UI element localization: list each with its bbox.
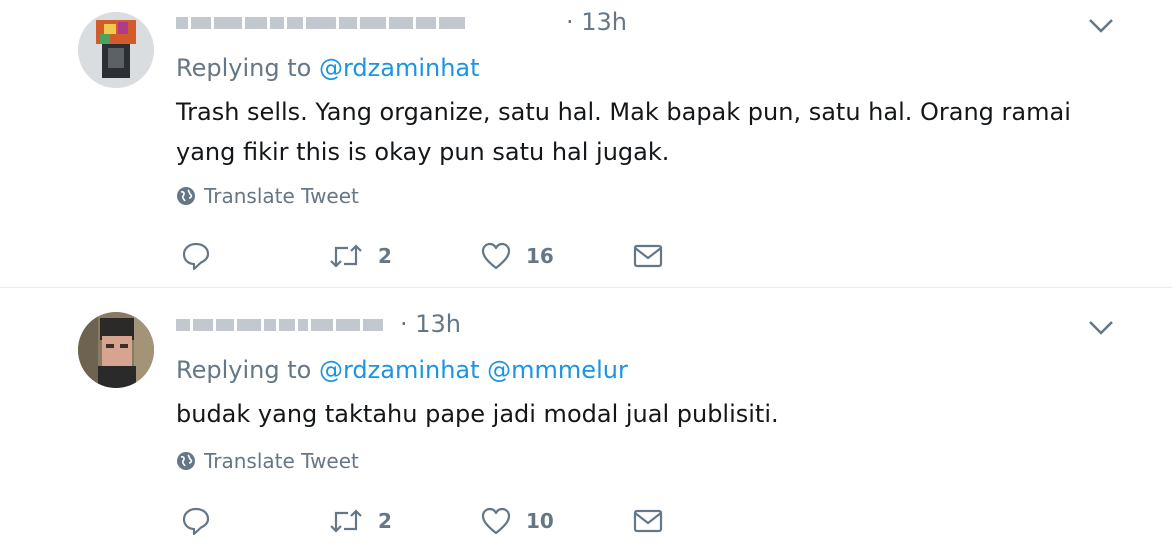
mention-link[interactable]: @rdzaminhat	[319, 54, 480, 82]
retweet-button[interactable]: 2	[328, 240, 392, 272]
retweet-icon	[330, 509, 362, 533]
mention-link[interactable]: @rdzaminhat	[319, 356, 480, 384]
like-button[interactable]: 10	[480, 505, 554, 537]
mention-link[interactable]: @mmmelur	[487, 356, 628, 384]
tweet-actions: 2 10	[176, 501, 696, 541]
direct-message-button[interactable]	[632, 505, 664, 537]
display-name-redacted[interactable]	[176, 16, 465, 30]
reply-icon	[182, 242, 210, 271]
translate-label: Translate Tweet	[204, 449, 359, 473]
replying-to-prefix: Replying to	[176, 356, 312, 384]
reply-icon	[182, 507, 210, 536]
globe-icon	[177, 452, 195, 470]
chevron-down-icon[interactable]	[1088, 17, 1114, 35]
like-icon	[481, 507, 511, 535]
like-icon	[481, 242, 511, 270]
avatar[interactable]	[78, 12, 154, 88]
display-name-redacted[interactable]	[176, 318, 383, 332]
timestamp[interactable]: · 13h	[400, 312, 461, 336]
translate-label: Translate Tweet	[204, 184, 359, 208]
translate-tweet-link[interactable]: Translate Tweet	[176, 184, 359, 208]
retweet-count: 2	[378, 244, 392, 268]
retweet-count: 2	[378, 509, 392, 533]
direct-message-icon	[633, 244, 663, 268]
timestamp[interactable]: · 13h	[566, 10, 627, 34]
tweet-text: Trash sells. Yang organize, satu hal. Ma…	[176, 98, 1071, 166]
replying-to: Replying to @rdzaminhat @mmmelur	[176, 358, 628, 382]
tweet-text: budak yang taktahu pape jadi modal jual …	[176, 400, 779, 428]
tweet: · 13h Replying to @rdzaminhat @mmmelur b…	[0, 288, 1172, 548]
direct-message-button[interactable]	[632, 240, 664, 272]
avatar[interactable]	[78, 312, 154, 388]
chevron-down-icon[interactable]	[1088, 319, 1114, 337]
tweet-actions: 2 16	[176, 236, 696, 276]
globe-icon	[177, 187, 195, 205]
replying-to-prefix: Replying to	[176, 54, 312, 82]
reply-button[interactable]	[180, 505, 212, 537]
direct-message-icon	[633, 509, 663, 533]
tweet: · 13h Replying to @rdzaminhat Trash sell…	[0, 0, 1172, 288]
translate-tweet-link[interactable]: Translate Tweet	[176, 449, 359, 473]
retweet-icon	[330, 244, 362, 268]
reply-button[interactable]	[180, 240, 212, 272]
like-count: 16	[526, 244, 554, 268]
like-count: 10	[526, 509, 554, 533]
like-button[interactable]: 16	[480, 240, 554, 272]
retweet-button[interactable]: 2	[328, 505, 392, 537]
replying-to: Replying to @rdzaminhat	[176, 56, 480, 80]
